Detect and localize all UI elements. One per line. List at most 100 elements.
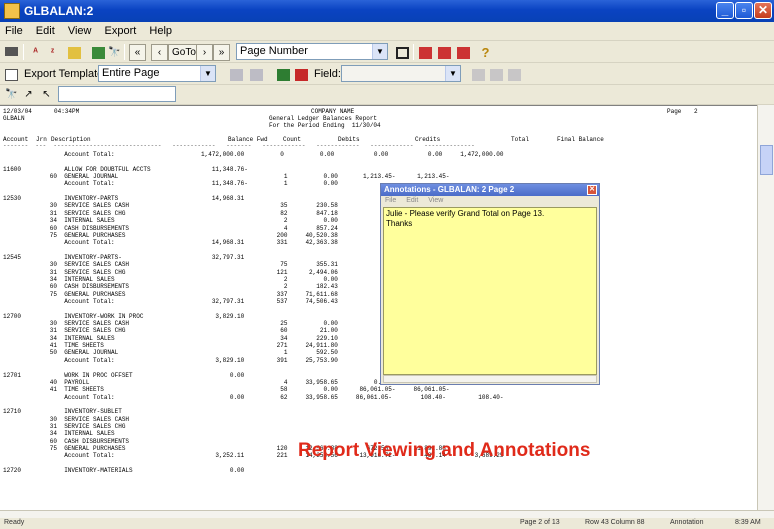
next-page-button[interactable]: › [196, 44, 213, 61]
export-icon[interactable] [228, 66, 245, 83]
export-template-select[interactable]: Entire Page ▼ [98, 65, 216, 82]
last-page-button[interactable]: » [213, 44, 230, 61]
find-previous-icon[interactable]: ↖ [38, 86, 55, 103]
annotation-red-icon[interactable] [417, 44, 434, 61]
annotation-menu: File Edit View [381, 196, 599, 206]
overlay-caption: Report Viewing and Annotations [298, 440, 591, 461]
report-line: 60 CASH DISBURSEMENTS 2 182.43 [3, 283, 338, 291]
annotation-list-icon[interactable] [436, 44, 453, 61]
menu-export[interactable]: Export [100, 22, 142, 37]
report-line: 31 SERVICE SALES CHG 121 2,494.06 [3, 268, 338, 276]
menu-edit[interactable]: Edit [31, 22, 60, 37]
navigation-toolbar: ᴬ ᶻ 🔭 « ‹ GoTo › » Page Number ▼ ? [0, 41, 774, 63]
report-line: 12700 INVENTORY-WORK IN PROC 3,829.10 [3, 312, 245, 320]
maximize-button[interactable]: ▫ [735, 2, 753, 19]
excel-icon[interactable] [275, 66, 292, 83]
status-time: 8:39 AM [735, 519, 761, 526]
find-next-icon[interactable]: ↗ [20, 86, 37, 103]
status-position: Row 43 Column 88 [585, 519, 645, 526]
report-line: Account Total: 3,829.10 391 25,753.90 [3, 356, 338, 364]
report-line: 30 SERVICE SALES CASH 75 355.31 [3, 261, 338, 269]
binoculars-icon[interactable]: 🔭 [3, 86, 20, 103]
chevron-down-icon: ▼ [200, 66, 215, 81]
pdf-icon[interactable] [293, 66, 310, 83]
report-line: 31 SERVICE SALES CHG [3, 422, 126, 430]
menu-file[interactable]: File [0, 22, 28, 37]
chevron-down-icon: ▼ [445, 66, 460, 81]
annotation-delete-icon[interactable] [455, 44, 472, 61]
report-page-number: 2 [694, 108, 698, 115]
annotation-window[interactable]: Annotations - GLBALAN: 2 Page 2 ✕ File E… [380, 183, 600, 385]
report-line: 50 GENERAL JOURNAL 1 592.50 [3, 349, 338, 357]
scroll-thumb[interactable] [760, 145, 773, 175]
menu-help[interactable]: Help [144, 22, 177, 37]
title-bar: GLBALAN:2 _ ▫ ✕ [0, 0, 774, 22]
annotation-title: Annotations - GLBALAN: 2 Page 2 ✕ [381, 184, 599, 196]
close-icon[interactable]: ✕ [587, 185, 597, 195]
sort-ascending-icon[interactable]: ᴬ [27, 44, 44, 61]
report-line: Account Total: 14,968.31 331 42,363.38 [3, 239, 338, 247]
search-input[interactable] [58, 86, 176, 102]
field-select[interactable]: ▼ [341, 65, 461, 82]
report-line: 31 SERVICE SALES CHG 82 847.18 [3, 209, 338, 217]
export-page-icon[interactable] [3, 66, 20, 83]
status-mode: Annotation [670, 519, 704, 526]
previous-page-button[interactable]: ‹ [151, 44, 168, 61]
annotation-note[interactable]: Julie - Please verify Grand Total on Pag… [383, 207, 597, 375]
report-line: 34 INTERNAL SALES [3, 430, 115, 438]
report-program: GLBALN [3, 115, 25, 122]
horizontal-scrollbar[interactable] [0, 510, 774, 518]
annotation-menu-view[interactable]: View [428, 197, 443, 204]
first-page-button[interactable]: « [129, 44, 146, 61]
print-icon[interactable] [3, 44, 20, 61]
report-period: For the Period Ending 11/30/04 [269, 122, 381, 129]
field-label: Field: [314, 68, 341, 80]
report-line: 30 SERVICE SALES CASH 25 0.00 [3, 320, 338, 328]
page-number-select[interactable]: Page Number ▼ [236, 43, 388, 60]
report-line: 30 SERVICE SALES CASH [3, 415, 130, 423]
report-line: 31 SERVICE SALES CHG 60 21.00 [3, 327, 338, 335]
field-grid-icon[interactable] [506, 66, 523, 83]
annotation-title-text: Annotations - GLBALAN: 2 Page 2 [384, 185, 515, 194]
report-line: 60 CASH DISBURSEMENTS 4 857.24 [3, 224, 338, 232]
menu-bar: File Edit View Export Help [0, 22, 774, 41]
app-icon [4, 3, 20, 19]
single-page-icon[interactable] [394, 44, 411, 61]
annotation-scrollbar[interactable] [383, 375, 597, 383]
report-line: 34 INTERNAL SALES 34 229.10 [3, 334, 338, 342]
field-remove-icon[interactable] [488, 66, 505, 83]
window-title: GLBALAN:2 [24, 4, 94, 18]
report-line: Account Total: 32,797.31 537 74,506.43 [3, 298, 338, 305]
annotation-menu-file[interactable]: File [385, 197, 396, 204]
report-time: 04:34PM [54, 108, 80, 115]
annotation-menu-edit[interactable]: Edit [406, 197, 418, 204]
report-line: 12710 INVENTORY-SUBLET [3, 408, 122, 416]
header-rule: ------- --- ----------------------------… [3, 142, 475, 149]
minimize-button[interactable]: _ [716, 2, 734, 19]
report-page-label: Page [667, 108, 682, 115]
report-line: 12530 INVENTORY-PARTS 14,968.31 [3, 195, 245, 203]
find-icon[interactable]: 🔭 [106, 44, 123, 61]
report-line: 30 SERVICE SALES CASH 35 230.58 [3, 202, 338, 210]
report-date: 12/03/04 [3, 108, 32, 115]
field-add-icon[interactable] [470, 66, 487, 83]
filter-icon[interactable] [66, 44, 83, 61]
col-final-balance: Final Balance [557, 136, 604, 143]
report-line: 75 GENERAL PURCHASES 200 40,520.38 [3, 231, 338, 239]
report-line: 60 CASH DISBURSEMENTS [3, 437, 130, 445]
menu-view[interactable]: View [63, 22, 97, 37]
vertical-scrollbar[interactable] [757, 105, 774, 510]
sort-descending-icon[interactable]: ᶻ [44, 44, 61, 61]
report-line: Account Total: 0.00 62 33,958.65 86,061.… [3, 393, 504, 401]
report-line: 34 INTERNAL SALES 2 0.00 [3, 275, 338, 283]
report-line: Account Total: 1,472,000.00 0 0.00 0.00 … [3, 151, 504, 158]
close-button[interactable]: ✕ [754, 2, 772, 19]
export-excel-icon[interactable] [90, 44, 107, 61]
report-title: General Ledger Balances Report [269, 115, 378, 122]
help-icon[interactable]: ? [477, 44, 494, 61]
save-template-icon[interactable] [248, 66, 265, 83]
export-template-value: Entire Page [102, 67, 160, 79]
report-line: 40 PAYROLL 4 33,958.65 0.00 33,958.65 [3, 378, 443, 386]
page-number-select-value: Page Number [240, 45, 308, 57]
report-line: 12720 INVENTORY-MATERIALS 0.00 [3, 467, 245, 475]
